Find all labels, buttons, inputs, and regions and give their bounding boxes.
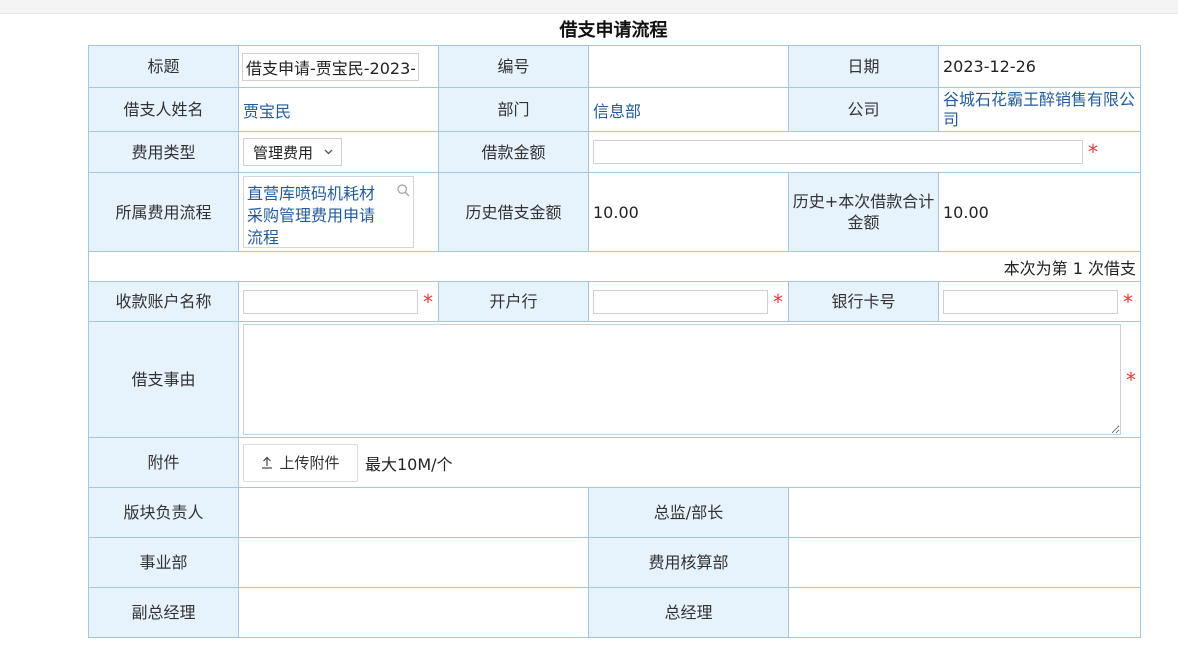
- history-amount-value: 10.00: [588, 172, 789, 252]
- expense-flow-value: 直营库喷码机耗材采购管理费用申请流程: [247, 184, 376, 247]
- number-value: [588, 45, 789, 88]
- required-mark: *: [1126, 367, 1136, 392]
- approval-left-value: [238, 537, 589, 588]
- loan-count-note: 本次为第 1 次借支: [88, 251, 1141, 282]
- approval-right-label: 总经理: [588, 587, 789, 638]
- approval-left-label: 副总经理: [88, 587, 239, 638]
- approval-right-label: 费用核算部: [588, 537, 789, 588]
- loan-amount-input[interactable]: [593, 140, 1083, 164]
- borrower-label: 借支人姓名: [88, 87, 239, 132]
- form-row: 附件 上传附件 最大10M/个: [88, 437, 1141, 488]
- attachment-wrapper: 上传附件 最大10M/个: [243, 443, 1136, 482]
- date-label: 日期: [788, 45, 939, 88]
- total-amount-value: 10.00: [938, 172, 1141, 252]
- history-amount-label: 历史借支金额: [438, 172, 589, 252]
- loan-amount-label: 借款金额: [438, 131, 589, 173]
- approval-left-value: [238, 487, 589, 538]
- upload-attachment-button[interactable]: 上传附件: [243, 443, 358, 482]
- required-mark: *: [1123, 289, 1133, 314]
- expense-type-selected: 管理费用: [253, 143, 314, 162]
- approval-right-value: [788, 537, 1141, 588]
- department-value: 信息部: [588, 87, 789, 132]
- approval-row: 副总经理 总经理: [88, 587, 1141, 638]
- reason-textarea[interactable]: [243, 324, 1121, 435]
- reason-wrapper: *: [243, 324, 1136, 435]
- account-name-label: 收款账户名称: [88, 281, 239, 322]
- form-row: 借支事由 *: [88, 321, 1141, 438]
- required-mark: *: [773, 289, 783, 314]
- form-row: 所属费用流程 直营库喷码机耗材采购管理费用申请流程 历史借支金额 10.00 历…: [88, 172, 1141, 252]
- number-label: 编号: [438, 45, 589, 88]
- form-row: 收款账户名称 * 开户行 * 银行卡号 *: [88, 281, 1141, 322]
- loan-amount-cell: *: [588, 131, 1141, 173]
- reason-label: 借支事由: [88, 321, 239, 438]
- form-row: 借支人姓名 贾宝民 部门 信息部 公司 谷城石花霸王醉销售有限公司: [88, 87, 1141, 132]
- approval-right-value: [788, 587, 1141, 638]
- expense-type-select[interactable]: 管理费用: [243, 138, 342, 166]
- company-value: 谷城石花霸王醉销售有限公司: [938, 87, 1141, 132]
- title-cell: [238, 45, 439, 88]
- approval-left-label: 事业部: [88, 537, 239, 588]
- borrower-value: 贾宝民: [238, 87, 439, 132]
- loan-application-form: 标题 编号 日期 2023-12-26 借支人姓名 贾宝民 部门 信息部 公司 …: [88, 45, 1141, 638]
- expense-type-cell: 管理费用: [238, 131, 439, 173]
- approval-left-label: 版块负责人: [88, 487, 239, 538]
- expense-type-label: 费用类型: [88, 131, 239, 173]
- form-row: 标题 编号 日期 2023-12-26: [88, 45, 1141, 88]
- title-label: 标题: [88, 45, 239, 88]
- upload-button-label: 上传附件: [279, 454, 340, 472]
- date-value: 2023-12-26: [938, 45, 1141, 88]
- approval-row: 版块负责人 总监/部长: [88, 487, 1141, 538]
- required-mark: *: [423, 289, 433, 314]
- approval-right-value: [788, 487, 1141, 538]
- title-input[interactable]: [242, 52, 419, 81]
- search-icon[interactable]: [397, 184, 410, 197]
- form-row: 本次为第 1 次借支: [88, 251, 1141, 282]
- bank-input[interactable]: [593, 289, 768, 314]
- attachment-label: 附件: [88, 437, 239, 488]
- page-title: 借支申请流程: [559, 20, 668, 41]
- upload-icon: [262, 456, 273, 469]
- chevron-down-icon: [324, 149, 333, 155]
- top-bar: [0, 0, 1178, 14]
- expense-flow-label: 所属费用流程: [88, 172, 239, 252]
- account-name-cell: *: [238, 281, 439, 322]
- card-number-cell: *: [938, 281, 1141, 322]
- account-name-input[interactable]: [243, 289, 418, 314]
- department-label: 部门: [438, 87, 589, 132]
- card-number-label: 银行卡号: [788, 281, 939, 322]
- reason-cell: *: [238, 321, 1141, 438]
- approval-left-value: [238, 587, 589, 638]
- total-amount-label: 历史+本次借款合计金额: [788, 172, 939, 252]
- approval-right-label: 总监/部长: [588, 487, 789, 538]
- card-number-input[interactable]: [943, 289, 1118, 314]
- expense-flow-lookup[interactable]: 直营库喷码机耗材采购管理费用申请流程: [243, 176, 414, 248]
- attachment-cell: 上传附件 最大10M/个: [238, 437, 1141, 488]
- form-row: 费用类型 管理费用 借款金额 *: [88, 131, 1141, 173]
- approval-row: 事业部 费用核算部: [88, 537, 1141, 588]
- expense-flow-cell: 直营库喷码机耗材采购管理费用申请流程: [238, 172, 439, 252]
- required-mark: *: [1088, 140, 1098, 164]
- upload-size-hint: 最大10M/个: [365, 454, 453, 474]
- company-label: 公司: [788, 87, 939, 132]
- bank-cell: *: [588, 281, 789, 322]
- bank-label: 开户行: [438, 281, 589, 322]
